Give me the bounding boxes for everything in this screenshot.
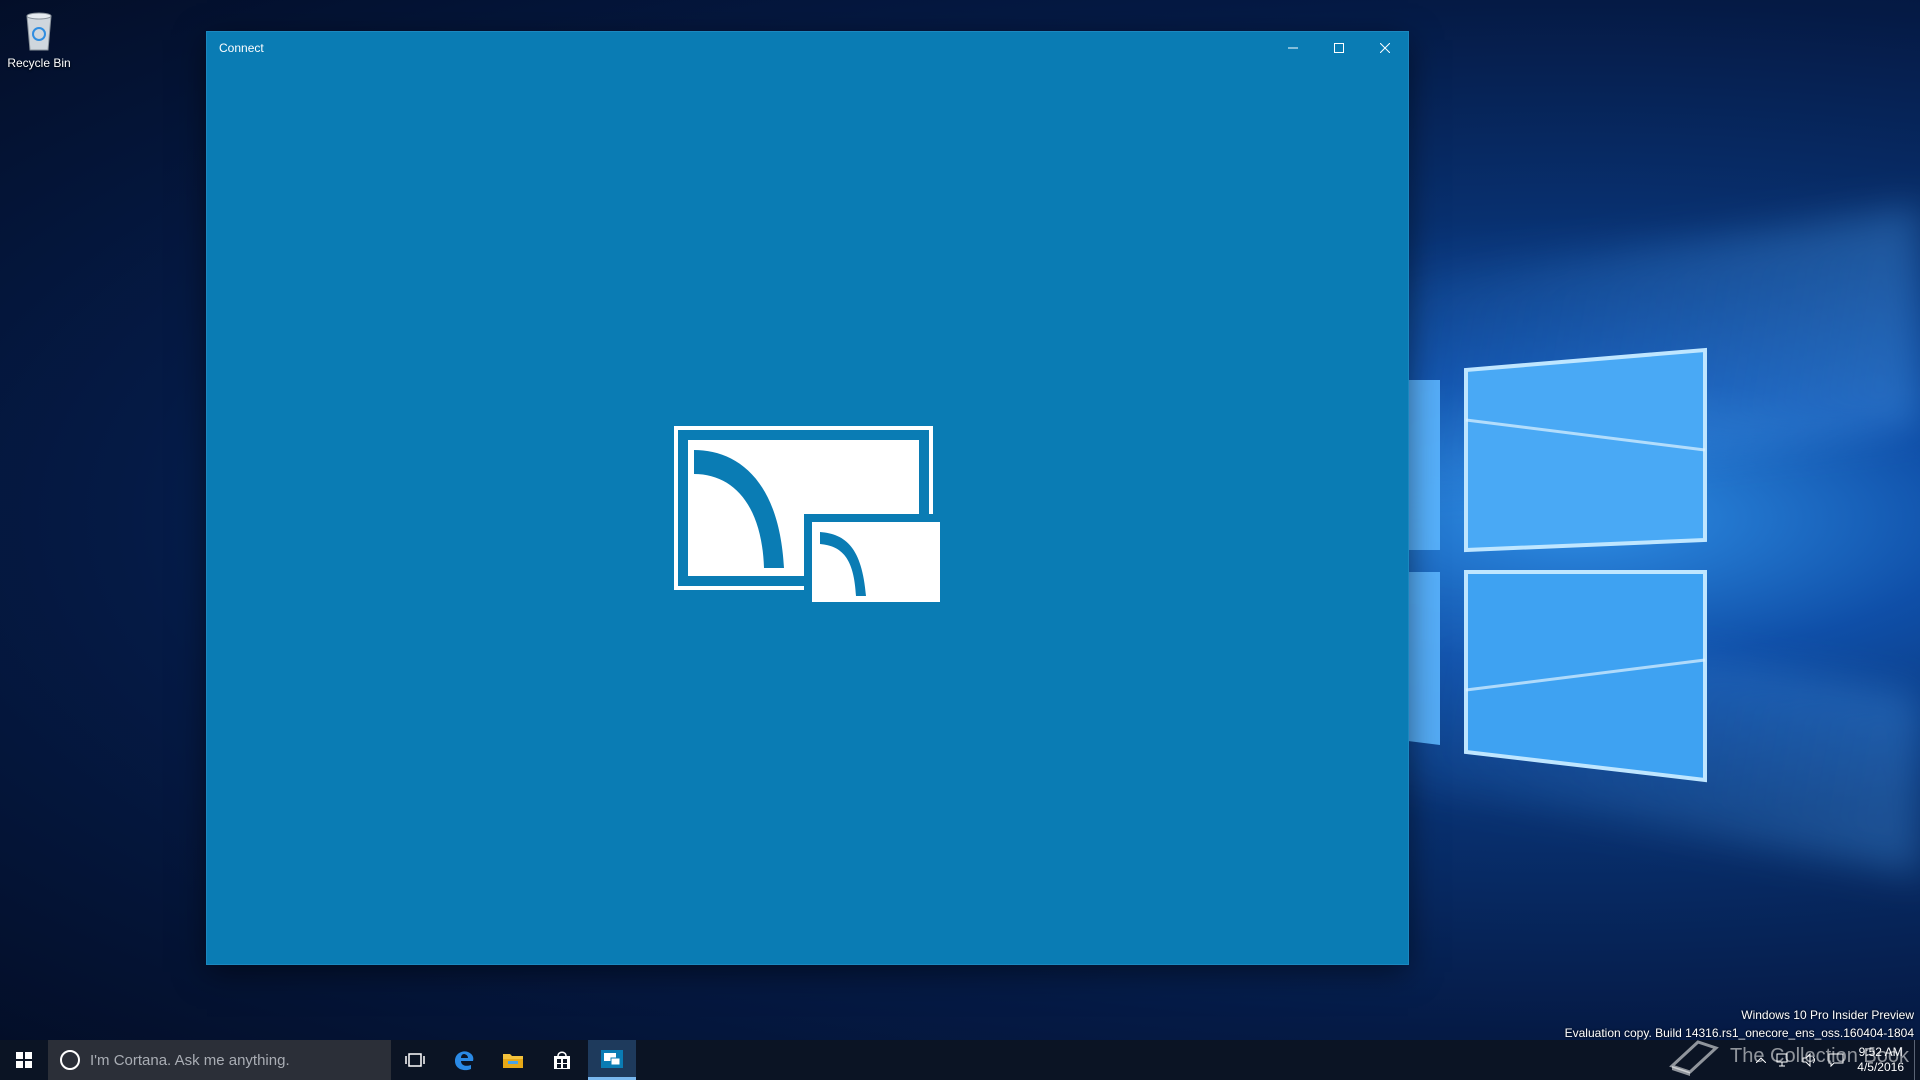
windows-start-icon: [16, 1052, 32, 1068]
desktop-icon-label: Recycle Bin: [7, 56, 71, 70]
recycle-bin-icon: [26, 12, 52, 51]
minimize-button[interactable]: [1270, 32, 1316, 64]
task-view-button[interactable]: [391, 1040, 439, 1080]
window-title: Connect: [219, 41, 264, 55]
window-titlebar[interactable]: Connect: [207, 32, 1408, 64]
file-explorer-button[interactable]: [489, 1040, 537, 1080]
windows-logo-wallpaper: [1400, 347, 1707, 783]
file-explorer-icon: [503, 1054, 523, 1068]
store-button[interactable]: [538, 1040, 586, 1080]
connect-taskbar-button[interactable]: [588, 1040, 636, 1080]
cortana-search-box[interactable]: I'm Cortana. Ask me anything.: [48, 1040, 391, 1080]
watermark-line-1: Windows 10 Pro Insider Preview: [1741, 1008, 1914, 1022]
maximize-button[interactable]: [1316, 32, 1362, 64]
close-button[interactable]: [1362, 32, 1408, 64]
book-icon: [1669, 1040, 1719, 1076]
maximize-icon: [1334, 43, 1344, 53]
brand-watermark: The Collection Book: [1668, 1036, 1909, 1076]
connect-app-icon: [674, 426, 944, 606]
taskbar: I'm Cortana. Ask me anything. 9:52 AM 4/…: [0, 1040, 1920, 1080]
store-icon: [554, 1051, 570, 1069]
task-view-icon: [405, 1053, 425, 1067]
close-icon: [1380, 43, 1390, 53]
show-desktop-button[interactable]: [1914, 1040, 1920, 1080]
brand-watermark-text: The Collection Book: [1730, 1044, 1909, 1067]
edge-icon: [455, 1051, 474, 1071]
cortana-icon: [60, 1050, 80, 1070]
minimize-icon: [1288, 47, 1298, 49]
connect-window[interactable]: Connect: [207, 32, 1408, 964]
edge-button[interactable]: [440, 1040, 488, 1080]
search-placeholder: I'm Cortana. Ask me anything.: [90, 1051, 290, 1069]
connect-icon: [601, 1049, 623, 1068]
start-button[interactable]: [0, 1040, 48, 1080]
desktop-icon-recycle-bin[interactable]: Recycle Bin: [6, 8, 72, 70]
